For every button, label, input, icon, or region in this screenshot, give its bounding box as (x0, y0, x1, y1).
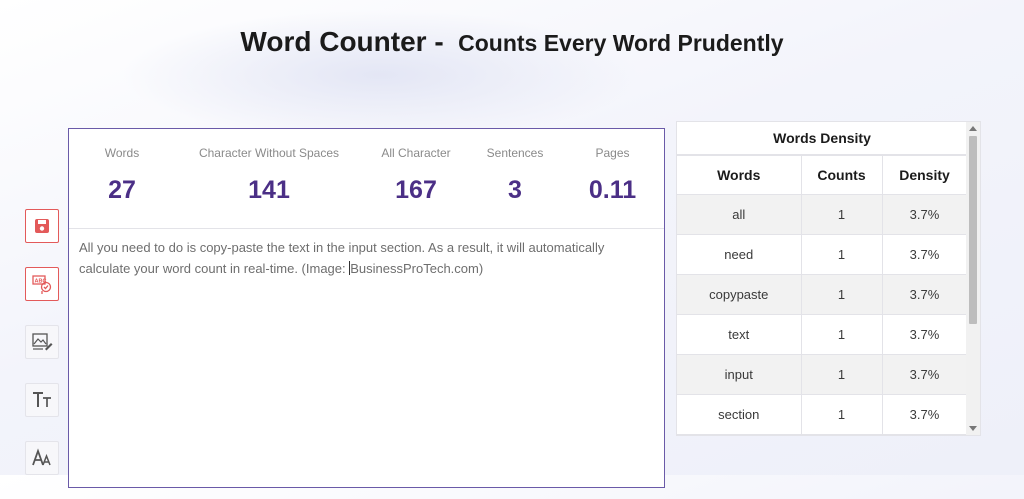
spell-check-button[interactable]: ABC (25, 267, 59, 301)
row-word: copypaste (677, 274, 802, 315)
stat-all-chars: All Character 167 (363, 129, 469, 228)
image-edit-icon (32, 333, 53, 351)
row-count: 1 (800, 354, 883, 395)
scrollbar-thumb[interactable] (969, 136, 977, 324)
stat-all-chars-value: 167 (395, 176, 437, 204)
scroll-down-arrow-icon[interactable] (969, 426, 977, 431)
words-density-title: Words Density (677, 122, 967, 155)
row-word: all (677, 194, 802, 235)
row-density: 3.7% (881, 354, 968, 395)
column-header-density: Density (881, 155, 968, 195)
row-word: text (677, 314, 802, 355)
table-row: copypaste 1 3.7% (677, 274, 968, 315)
table-row: section 1 3.7% (677, 394, 968, 435)
stat-chars-no-spaces-label: Character Without Spaces (198, 146, 340, 160)
table-row: need 1 3.7% (677, 234, 968, 275)
page-title-main: Word Counter - (240, 26, 444, 57)
row-count: 1 (800, 194, 883, 235)
row-density: 3.7% (881, 394, 968, 435)
words-density-table: Words Counts Density all 1 3.7% need 1 3… (677, 155, 968, 435)
row-count: 1 (800, 314, 883, 355)
stat-words-label: Words (104, 146, 140, 160)
stat-sentences: Sentences 3 (469, 129, 561, 228)
save-icon (35, 219, 49, 233)
stat-pages: Pages 0.11 (561, 129, 664, 228)
table-row: text 1 3.7% (677, 314, 968, 355)
row-count: 1 (800, 394, 883, 435)
font-size-icon (32, 448, 51, 466)
row-word: section (677, 394, 802, 435)
column-header-words: Words (677, 155, 802, 195)
stat-all-chars-label: All Character (381, 146, 451, 160)
stats-bar: Words 27 Character Without Spaces 141 Al… (69, 129, 664, 229)
text-input-content-end: BusinessProTech.com) (350, 261, 484, 276)
stat-pages-value: 0.11 (588, 176, 637, 204)
row-density: 3.7% (881, 314, 968, 355)
stat-sentences-value: 3 (508, 176, 522, 204)
row-density: 3.7% (881, 274, 968, 315)
stat-words-value: 27 (108, 176, 136, 204)
column-header-counts: Counts (800, 155, 883, 195)
text-case-icon (33, 392, 51, 407)
row-count: 1 (800, 234, 883, 275)
row-density: 3.7% (881, 194, 968, 235)
words-density-panel: Words Density Words Counts Density all 1… (676, 121, 981, 436)
stat-chars-no-spaces: Character Without Spaces 141 (175, 129, 363, 228)
font-size-button[interactable] (25, 441, 59, 475)
save-button[interactable] (25, 209, 59, 243)
page-title-subtitle: Counts Every Word Prudently (458, 30, 784, 56)
row-word: need (677, 234, 802, 275)
text-input-area[interactable]: All you need to do is copy-paste the tex… (69, 229, 664, 279)
stat-words: Words 27 (69, 129, 175, 228)
scroll-up-arrow-icon[interactable] (969, 126, 977, 131)
row-density: 3.7% (881, 234, 968, 275)
image-edit-button[interactable] (25, 325, 59, 359)
table-header-row: Words Counts Density (677, 155, 968, 195)
table-row: all 1 3.7% (677, 194, 968, 235)
row-count: 1 (800, 274, 883, 315)
text-case-button[interactable] (25, 383, 59, 417)
table-row: input 1 3.7% (677, 354, 968, 395)
stat-sentences-label: Sentences (486, 146, 544, 160)
density-scrollbar[interactable] (966, 122, 980, 435)
row-word: input (677, 354, 802, 395)
svg-text:ABC: ABC (35, 279, 47, 285)
text-input-content-start: All you need to do is copy-paste the tex… (79, 240, 605, 276)
page-title: Word Counter - Counts Every Word Prudent… (0, 26, 1024, 58)
word-counter-editor: Words 27 Character Without Spaces 141 Al… (68, 128, 665, 488)
stat-chars-no-spaces-value: 141 (248, 176, 290, 204)
tool-column: ABC (25, 209, 61, 499)
spell-check-icon: ABC (32, 275, 52, 294)
stat-pages-label: Pages (595, 146, 630, 160)
